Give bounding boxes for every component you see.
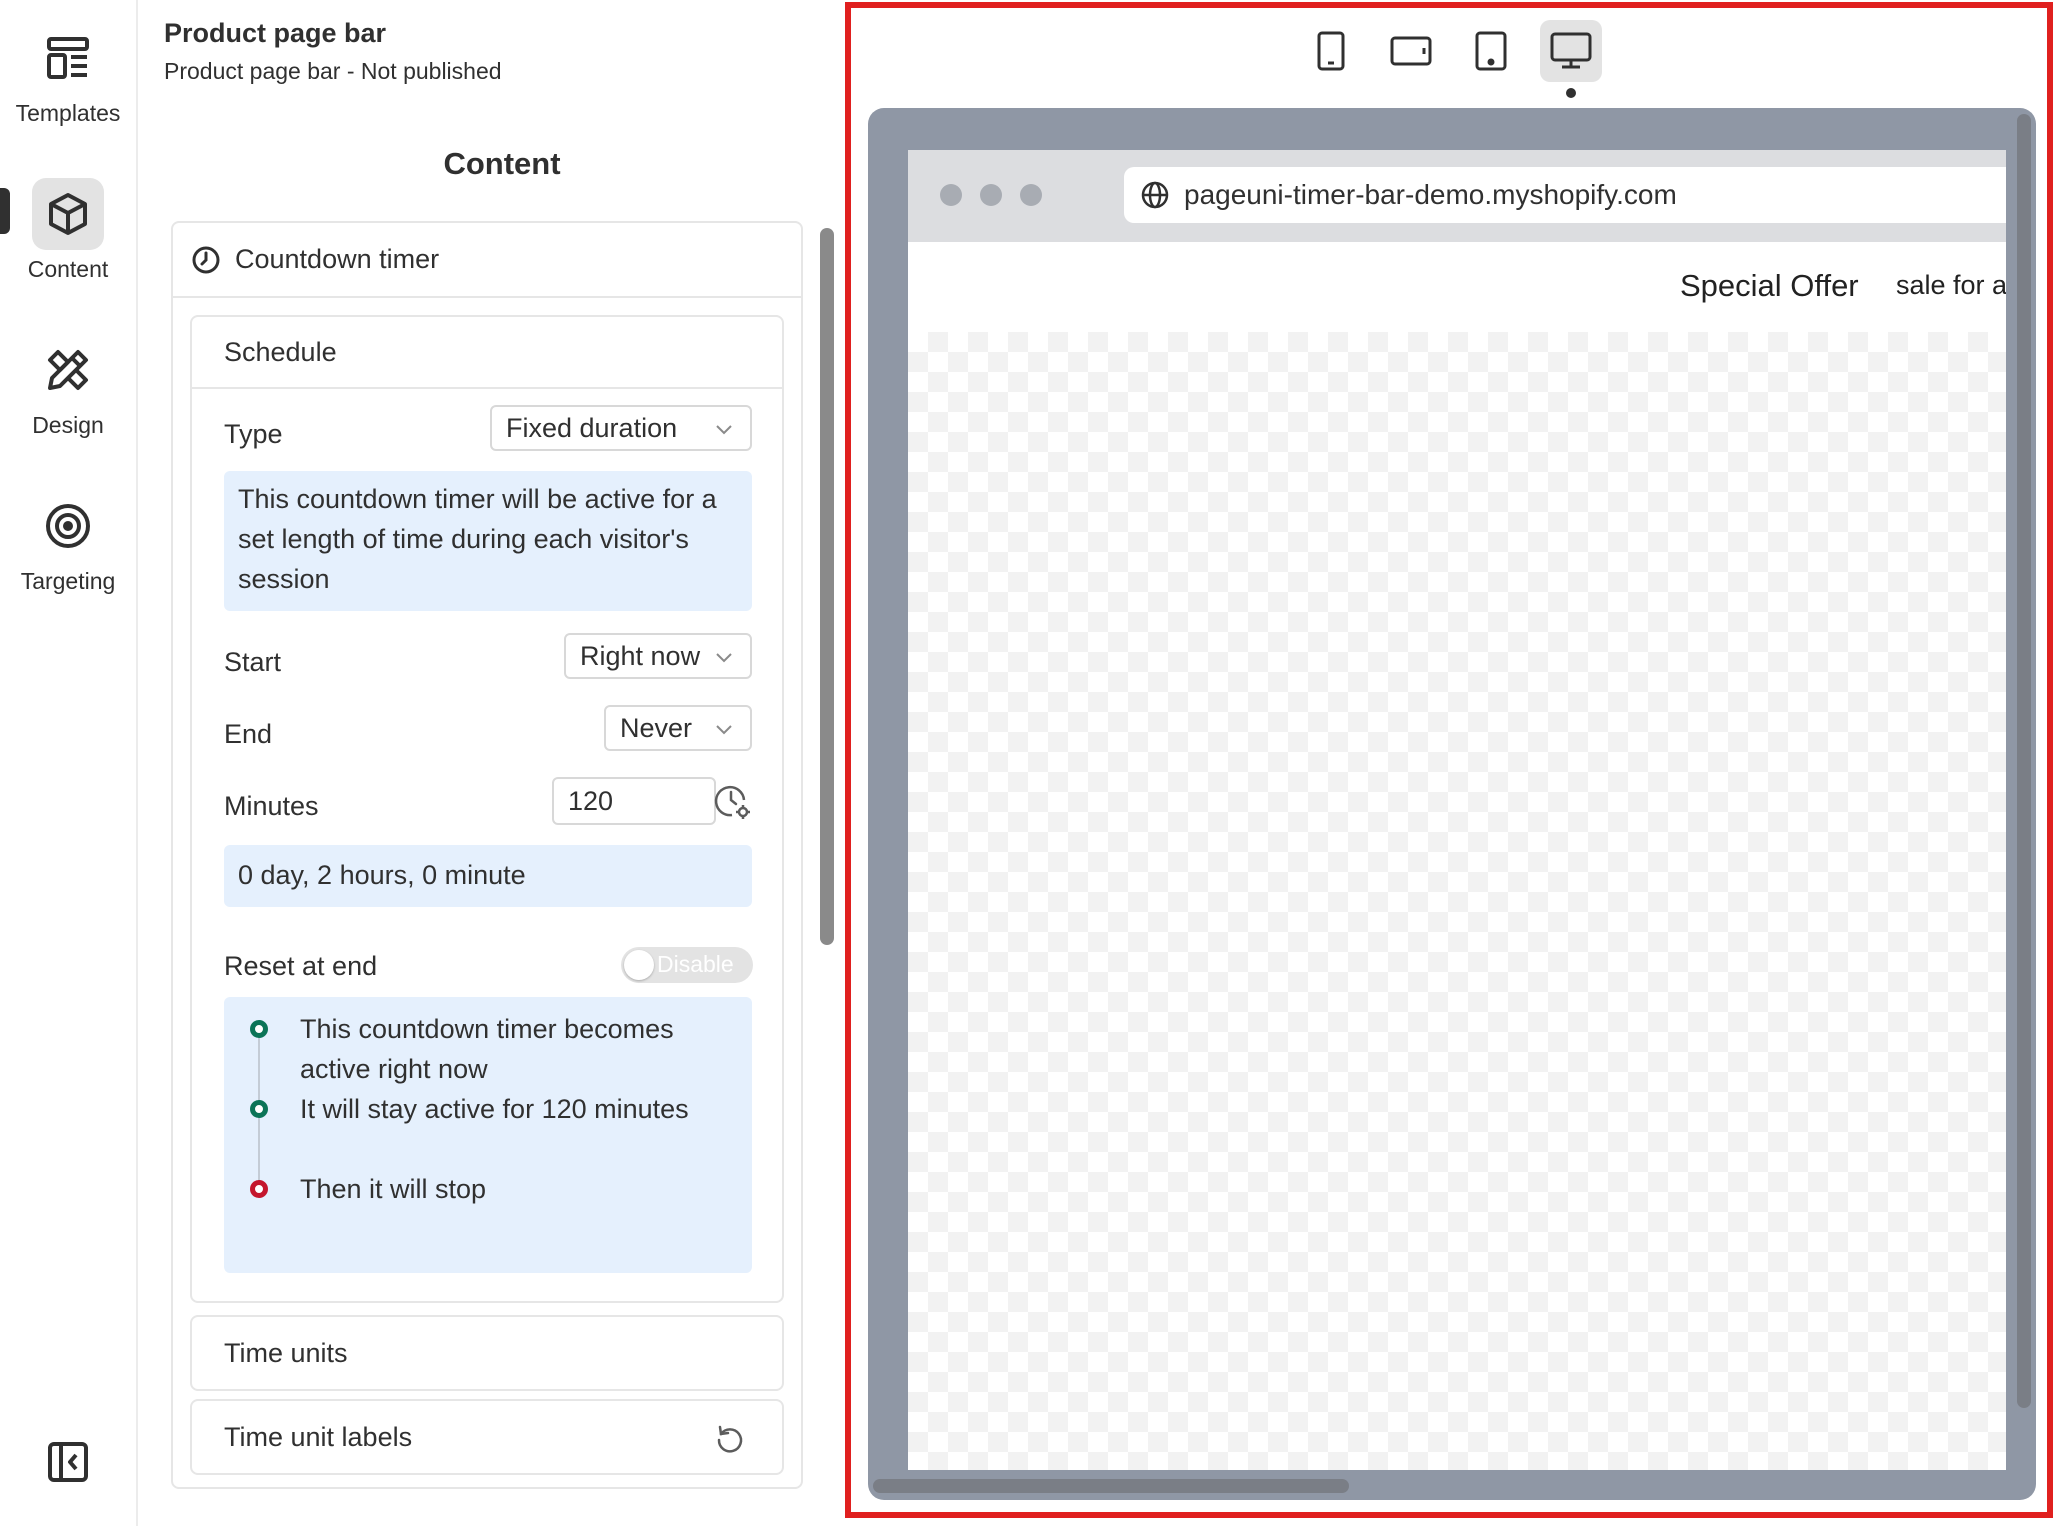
nav-item-label: Content	[27, 256, 109, 282]
timeline-step: It will stay active for 120 minutes	[300, 1094, 689, 1124]
cube-icon	[32, 178, 104, 250]
time-units-header: Time units	[224, 1337, 348, 1368]
section-title: Content	[443, 146, 561, 181]
address-bar: pageuni-timer-bar-demo.myshopify.com	[1124, 167, 2006, 223]
schedule-card: Schedule Type Fixed duration This countd…	[190, 315, 784, 1303]
window-dot	[1020, 184, 1042, 206]
tablet-icon[interactable]	[1460, 20, 1522, 82]
nav-item-label: Targeting	[20, 568, 116, 594]
nav-item-design[interactable]: Design	[0, 334, 136, 439]
preview-scrollbar-vertical[interactable]	[2017, 114, 2031, 1408]
design-tools-icon	[32, 334, 104, 406]
preview-scrollbar-horizontal[interactable]	[873, 1479, 1349, 1493]
chevron-down-icon	[716, 653, 732, 663]
templates-icon	[32, 22, 104, 94]
reset-icon[interactable]	[714, 1423, 746, 1460]
offer-title: Special Offer	[1680, 268, 1859, 303]
page-subtitle: Product page bar - Not published	[164, 58, 502, 84]
target-icon	[32, 490, 104, 562]
active-device-indicator	[1566, 88, 1576, 98]
schedule-timeline: This countdown timer becomes active righ…	[224, 997, 752, 1273]
mobile-portrait-icon[interactable]	[1300, 20, 1362, 82]
panel-scrollbar[interactable]	[820, 228, 834, 945]
collapse-sidebar-icon[interactable]	[42, 1436, 94, 1488]
start-select-value: Right now	[580, 640, 701, 671]
timeline-step: This countdown timer becomes active righ…	[300, 1014, 674, 1084]
offer-text: sale for a	[1896, 270, 2006, 300]
type-info: This countdown timer will be active for …	[224, 471, 752, 611]
end-select[interactable]: Never	[604, 705, 752, 751]
chevron-down-icon	[716, 725, 732, 735]
clock-icon	[192, 246, 220, 273]
minutes-label: Minutes	[224, 791, 319, 821]
countdown-title: Countdown timer	[235, 244, 440, 274]
desktop-icon[interactable]	[1540, 20, 1602, 82]
toggle-text: Disable	[657, 951, 734, 977]
countdown-panel: Countdown timer Schedule Type Fixed dura…	[171, 221, 803, 1489]
time-units-card[interactable]: Time units	[190, 1315, 784, 1391]
schedule-header[interactable]: Schedule	[192, 317, 782, 389]
page-title: Product page bar	[164, 18, 387, 48]
nav-item-content[interactable]: Content	[0, 178, 136, 283]
timer-bar-preview: Special Offer sale for a	[908, 242, 2006, 332]
toggle-knob	[624, 950, 654, 980]
type-label: Type	[224, 419, 283, 449]
duration-summary: 0 day, 2 hours, 0 minute	[224, 845, 752, 907]
timeline-dot-red	[250, 1180, 268, 1198]
globe-icon	[1141, 181, 1169, 209]
time-unit-labels-header: Time unit labels	[224, 1421, 413, 1452]
timeline-dot-green	[250, 1100, 268, 1118]
nav-item-targeting[interactable]: Targeting	[0, 490, 136, 595]
start-select[interactable]: Right now	[564, 633, 752, 679]
window-dot	[940, 184, 962, 206]
nav-item-templates[interactable]: Templates	[0, 22, 136, 127]
countdown-header[interactable]: Countdown timer	[173, 223, 801, 298]
nav-item-label: Design	[32, 412, 104, 438]
timeline-step: Then it will stop	[300, 1174, 487, 1204]
nav-item-label: Templates	[15, 100, 121, 126]
transparent-page-area	[908, 332, 2006, 1470]
reset-toggle[interactable]: Disable	[621, 947, 753, 983]
type-select-value: Fixed duration	[506, 412, 678, 443]
mobile-landscape-icon[interactable]	[1380, 20, 1442, 82]
type-select[interactable]: Fixed duration	[490, 405, 752, 451]
clock-settings-icon[interactable]	[714, 783, 752, 826]
reset-label: Reset at end	[224, 951, 378, 981]
browser-toolbar: pageuni-timer-bar-demo.myshopify.com	[908, 150, 2006, 242]
end-label: End	[224, 719, 273, 749]
timeline-dot-green	[250, 1020, 268, 1038]
minutes-input[interactable]: 120	[552, 777, 716, 825]
browser-mockup: pageuni-timer-bar-demo.myshopify.com Spe…	[908, 150, 2006, 1470]
end-select-value: Never	[620, 712, 693, 743]
start-label: Start	[224, 647, 282, 677]
window-dot	[980, 184, 1002, 206]
preview-url: pageuni-timer-bar-demo.myshopify.com	[1184, 179, 1677, 210]
chevron-down-icon	[716, 425, 732, 435]
nav-rail: Templates Content Design Targeting	[0, 0, 138, 1526]
time-unit-labels-card[interactable]: Time unit labels	[190, 1399, 784, 1475]
